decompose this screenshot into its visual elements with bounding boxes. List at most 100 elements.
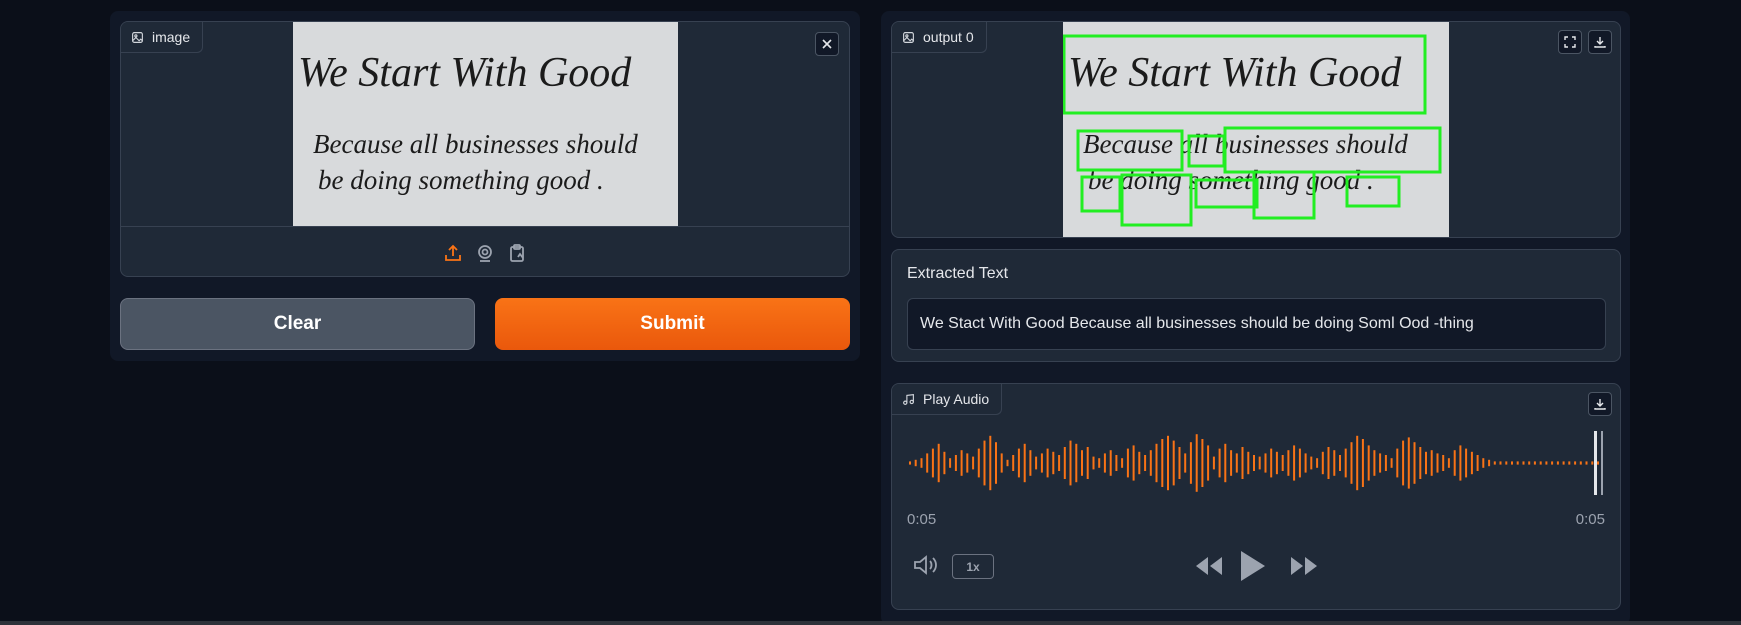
current-time: 0:05 — [907, 511, 937, 528]
waveform-bar — [1258, 456, 1261, 470]
waveform-bar — [1333, 450, 1336, 476]
waveform-bar — [1235, 453, 1238, 473]
waveform-bar — [1006, 459, 1009, 467]
audio-label: Play Audio — [892, 384, 1003, 415]
waveform-bar — [1304, 453, 1307, 473]
download-image-button[interactable] — [1588, 30, 1612, 54]
waveform-bar — [972, 456, 975, 470]
waveform-bar — [1551, 461, 1554, 465]
waveform-bar — [1562, 461, 1565, 465]
waveform-bar — [1207, 445, 1210, 481]
waveform-bar — [1098, 458, 1101, 468]
clear-button[interactable]: Clear — [120, 298, 475, 350]
webcam-icon[interactable] — [475, 243, 495, 263]
waveform-bar — [1247, 451, 1250, 475]
audio-block: Play Audio 0:05 0:05 1x — [891, 383, 1621, 610]
rewind-icon[interactable] — [1194, 555, 1224, 577]
waveform-bar — [1264, 453, 1267, 473]
waveform-bar — [1556, 461, 1559, 465]
waveform-bar — [1293, 445, 1296, 481]
download-audio-button[interactable] — [1588, 392, 1612, 416]
waveform-bar — [1384, 455, 1387, 471]
waveform-bar — [1597, 461, 1599, 465]
waveform-bar — [1579, 461, 1582, 465]
waveform-bar — [1287, 450, 1290, 476]
image-icon — [132, 31, 143, 43]
waveform-bar — [1069, 440, 1072, 486]
waveform-bar — [1012, 455, 1015, 471]
waveform-bar — [1499, 461, 1502, 465]
image-input-block[interactable]: image We Start With Good Because all bus… — [120, 21, 850, 277]
waveform-bar — [1373, 450, 1376, 476]
upload-icon[interactable] — [443, 243, 463, 263]
waveform-bar — [1149, 450, 1152, 476]
waveform-bar — [1447, 458, 1450, 468]
waveform-bar — [1167, 435, 1169, 491]
close-icon — [822, 39, 832, 49]
extracted-text-field[interactable]: We Stact With Good Because all businesse… — [907, 298, 1606, 350]
fullscreen-button[interactable] — [1558, 30, 1582, 54]
waveform-bar — [1488, 459, 1491, 467]
input-photo: We Start With Good Because all businesse… — [293, 22, 678, 226]
image-input-label: image — [121, 22, 204, 53]
waveform-bar — [1591, 461, 1594, 465]
waveform-bar — [1459, 445, 1462, 481]
image-output-block: output 0 We Start With Good Because all … — [891, 21, 1621, 238]
waveform-bar — [1574, 461, 1577, 465]
waveform-bar — [1402, 440, 1405, 486]
waveform-bar — [1539, 461, 1542, 465]
download-icon — [1594, 399, 1606, 410]
playback-speed-button[interactable]: 1x — [952, 554, 994, 579]
output-photo: We Start With Good Because all businesse… — [1063, 22, 1449, 237]
waveform-bar — [920, 458, 923, 468]
waveform-bar — [1413, 442, 1416, 484]
waveform-bar — [1017, 448, 1020, 478]
waveform-bar — [1155, 443, 1158, 483]
waveform-bar — [1316, 458, 1319, 468]
image-output-label: output 0 — [892, 22, 987, 53]
playhead[interactable] — [1594, 431, 1597, 495]
waveform-bar — [1436, 453, 1439, 473]
waveform-bar — [1327, 447, 1330, 479]
waveform-bar — [1063, 447, 1066, 479]
waveform-bar — [1178, 447, 1181, 479]
waveform-bar — [1516, 461, 1519, 465]
waveform-bar — [1442, 455, 1445, 471]
waveform-bar — [983, 440, 986, 486]
image-icon — [903, 31, 914, 43]
waveform-bar — [1103, 453, 1106, 473]
waveform-bar — [1046, 448, 1049, 478]
waveform-bar — [1344, 448, 1347, 478]
waveform-bar — [1522, 461, 1525, 465]
waveform-bar — [1482, 458, 1485, 468]
submit-button[interactable]: Submit — [495, 298, 850, 350]
waveform-bar — [954, 455, 957, 471]
waveform-bar — [1585, 461, 1588, 465]
input-photo-line2: Because all businesses should — [313, 129, 638, 159]
waveform-bar — [1298, 448, 1301, 478]
waveform-bar — [926, 453, 929, 473]
audio-waveform[interactable] — [907, 423, 1607, 503]
waveform-bar — [1109, 450, 1112, 476]
waveform-bar — [1470, 451, 1473, 475]
waveform-bar — [1356, 435, 1359, 491]
waveform-bar — [1035, 456, 1038, 470]
source-toolbar — [121, 226, 849, 276]
waveform-bar — [1201, 439, 1204, 487]
clipboard-icon[interactable] — [507, 243, 527, 263]
waveform-bar — [1023, 443, 1026, 483]
input-photo-line1: We Start With Good — [298, 50, 632, 96]
waveform-bar — [1339, 455, 1341, 471]
fast-forward-icon[interactable] — [1289, 555, 1319, 577]
volume-icon[interactable] — [912, 553, 940, 577]
waveform-bar — [1195, 434, 1198, 492]
waveform-bar — [1218, 448, 1221, 478]
waveform-bar — [1511, 461, 1513, 465]
close-button[interactable] — [815, 32, 839, 56]
waveform-bar — [977, 448, 980, 478]
playhead-end-marker — [1601, 431, 1603, 495]
waveform-bar — [1086, 447, 1089, 479]
play-icon[interactable] — [1238, 549, 1266, 583]
input-photo-line3: be doing something good . — [318, 165, 604, 195]
waveform-bar — [1270, 448, 1273, 478]
